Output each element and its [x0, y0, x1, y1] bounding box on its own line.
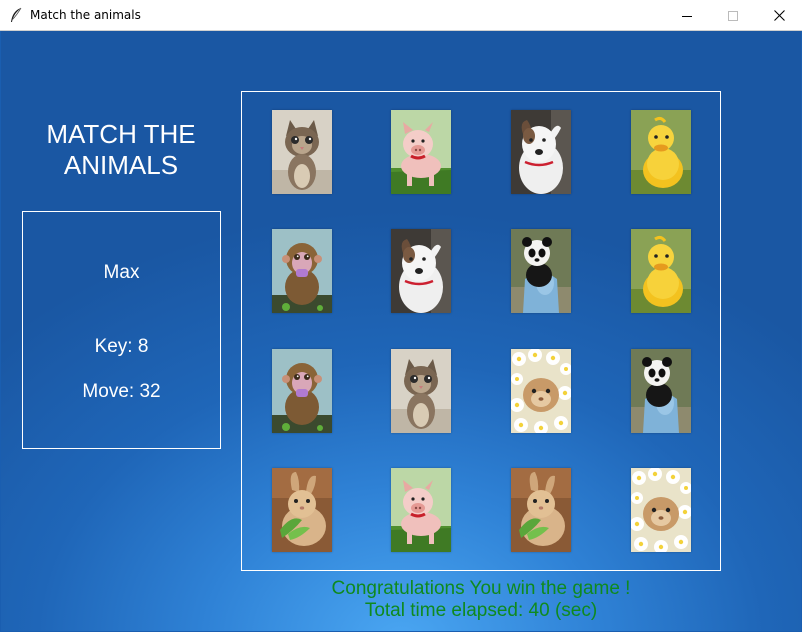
- card-panda[interactable]: [631, 349, 691, 433]
- feather-icon: [11, 7, 22, 22]
- minimize-icon: [682, 15, 692, 17]
- card-bunny[interactable]: [272, 468, 332, 552]
- card-pig[interactable]: [391, 110, 451, 194]
- player-name: Max: [103, 262, 140, 283]
- card-dog[interactable]: [391, 229, 451, 313]
- game-title: MATCH THE ANIMALS: [21, 119, 221, 181]
- card-duckling[interactable]: [631, 110, 691, 194]
- card-bunny[interactable]: [511, 468, 571, 552]
- panda-image: [511, 229, 571, 313]
- window-titlebar: Match the animals: [0, 0, 802, 31]
- win-message: Congratulations You win the game !: [331, 578, 631, 599]
- guinea-pig-image: [511, 349, 571, 433]
- minimize-button[interactable]: [664, 0, 710, 31]
- card-monkey[interactable]: [272, 349, 332, 433]
- bunny-image: [511, 468, 571, 552]
- dog-image: [391, 229, 451, 313]
- game-title-line2: ANIMALS: [63, 150, 179, 180]
- pig-image: [391, 468, 451, 552]
- card-kitten[interactable]: [391, 349, 451, 433]
- card-board: [241, 91, 721, 571]
- kitten-image: [391, 349, 451, 433]
- panda-image: [631, 349, 691, 433]
- elapsed-time: Total time elapsed: 40 (sec): [364, 600, 598, 621]
- pig-image: [391, 110, 451, 194]
- monkey-image: [272, 229, 332, 313]
- game-area: MATCH THE ANIMALS Max Key: 8 Move: 32 Co…: [1, 31, 801, 631]
- player-info-panel: Max Key: 8 Move: 32: [22, 211, 221, 449]
- move-count: Move: 32: [82, 381, 161, 402]
- close-button[interactable]: [756, 0, 802, 31]
- card-monkey[interactable]: [272, 229, 332, 313]
- dog-image: [511, 110, 571, 194]
- window-title: Match the animals: [30, 8, 141, 22]
- card-guinea-pig[interactable]: [511, 349, 571, 433]
- card-guinea-pig[interactable]: [631, 468, 691, 552]
- card-pig[interactable]: [391, 468, 451, 552]
- card-dog[interactable]: [511, 110, 571, 194]
- duckling-image: [631, 229, 691, 313]
- card-kitten[interactable]: [272, 110, 332, 194]
- game-title-line1: MATCH THE: [46, 119, 196, 149]
- card-duckling[interactable]: [631, 229, 691, 313]
- card-panda[interactable]: [511, 229, 571, 313]
- maximize-icon: [728, 10, 738, 21]
- monkey-image: [272, 349, 332, 433]
- close-icon: [773, 10, 785, 21]
- bunny-image: [272, 468, 332, 552]
- guinea-pig-image: [631, 468, 691, 552]
- maximize-button[interactable]: [710, 0, 756, 31]
- key-count: Key: 8: [94, 336, 149, 357]
- kitten-image: [272, 110, 332, 194]
- duckling-image: [631, 110, 691, 194]
